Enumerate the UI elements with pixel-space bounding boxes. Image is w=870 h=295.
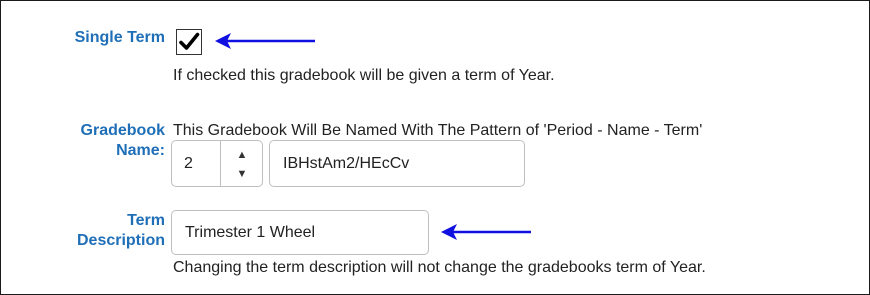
gradebook-name-value: IBHstAm2/HEcCv bbox=[283, 155, 410, 172]
gradebook-name-label: Gradebook Name: bbox=[37, 121, 165, 161]
term-description-label-line2: Description bbox=[76, 232, 165, 249]
checkmark-icon bbox=[179, 32, 200, 50]
gradebook-name-input[interactable]: IBHstAm2/HEcCv bbox=[269, 140, 525, 187]
gradebook-settings-panel: Single Term If checked this gradebook wi… bbox=[0, 0, 870, 295]
single-term-label: Single Term bbox=[74, 29, 165, 46]
stepper-divider bbox=[220, 141, 221, 186]
gradebook-name-hint: This Gradebook Will Be Named With The Pa… bbox=[173, 122, 703, 139]
single-term-checkbox[interactable] bbox=[176, 29, 202, 55]
spin-up-icon[interactable]: ▲ bbox=[224, 146, 260, 163]
single-term-hint: If checked this gradebook will be given … bbox=[173, 67, 555, 84]
gradebook-name-label-line2: Name: bbox=[116, 142, 165, 159]
term-description-input[interactable]: Trimester 1 Wheel bbox=[171, 210, 429, 255]
gradebook-name-label-line1: Gradebook bbox=[80, 122, 165, 139]
term-description-label: Term Description bbox=[37, 211, 165, 251]
spin-down-icon[interactable]: ▼ bbox=[224, 165, 260, 182]
arrow-left-icon bbox=[441, 224, 531, 240]
term-description-hint: Changing the term description will not c… bbox=[173, 259, 706, 276]
period-stepper[interactable]: 2 ▲ ▼ bbox=[171, 140, 263, 187]
term-description-label-line1: Term bbox=[127, 212, 165, 229]
period-value: 2 bbox=[184, 155, 193, 172]
arrow-left-icon bbox=[215, 33, 315, 49]
term-description-value: Trimester 1 Wheel bbox=[185, 224, 316, 241]
